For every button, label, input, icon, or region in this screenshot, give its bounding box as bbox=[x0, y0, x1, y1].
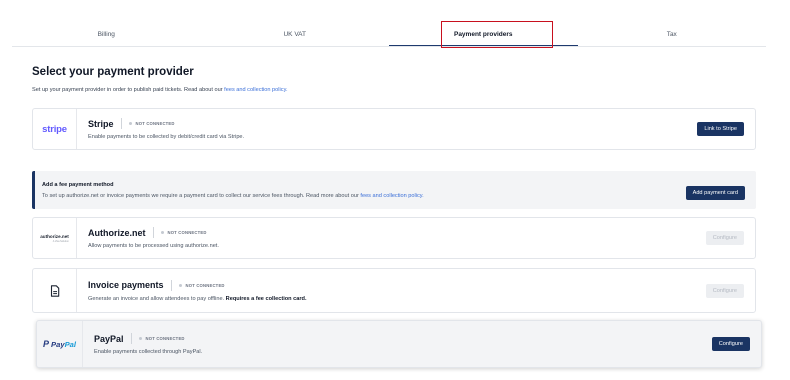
provider-name: Stripe bbox=[88, 118, 114, 129]
configure-invoice-button[interactable]: Configure bbox=[705, 283, 744, 298]
invoice-requirement-text: Requires a fee collection card. bbox=[225, 295, 307, 302]
notice-body: To set up authorize.net or invoice payme… bbox=[42, 192, 361, 199]
tab-uk-vat[interactable]: UK VAT bbox=[201, 25, 390, 46]
status-badge: NOT CONNECTED bbox=[167, 230, 207, 235]
paypal-provider-card: P Pay Pal PayPal NOT CONNECTED Enable paym… bbox=[36, 320, 762, 368]
notice-fees-link[interactable]: fees and collection policy. bbox=[360, 193, 423, 199]
divider bbox=[130, 333, 132, 344]
status-dot-icon bbox=[138, 337, 142, 340]
status-dot-icon bbox=[178, 283, 182, 287]
divider bbox=[120, 118, 122, 129]
provider-name: PayPal bbox=[94, 333, 124, 344]
page-subtitle: Set up your payment provider in order to… bbox=[32, 87, 288, 93]
stripe-provider-card: stripe Stripe NOT CONNECTED Enable payme… bbox=[32, 108, 756, 150]
notice-text: To set up authorize.net or invoice payme… bbox=[42, 193, 686, 199]
fees-policy-link[interactable]: fees and collection policy. bbox=[224, 87, 287, 93]
settings-tabs: Billing UK VAT Payment providers Tax bbox=[12, 25, 766, 47]
divider bbox=[170, 279, 172, 291]
divider bbox=[152, 227, 154, 238]
paypal-logo-pay: Pay bbox=[51, 339, 65, 349]
link-to-stripe-button[interactable]: Link to Stripe bbox=[697, 122, 744, 136]
configure-paypal-button[interactable]: Configure bbox=[711, 337, 750, 351]
paypal-logo-mark: P bbox=[43, 339, 50, 349]
add-payment-card-button[interactable]: Add payment card bbox=[685, 185, 745, 200]
status-dot-icon bbox=[128, 122, 132, 125]
invoice-logo bbox=[33, 269, 77, 312]
tab-billing[interactable]: Billing bbox=[12, 25, 201, 46]
tab-payment-providers[interactable]: Payment providers bbox=[389, 25, 578, 46]
status-badge: NOT CONNECTED bbox=[145, 336, 185, 341]
provider-description: Allow payments to be processed using aut… bbox=[88, 243, 219, 249]
invoice-description-text: Generate an invoice and allow attendees … bbox=[88, 295, 226, 302]
stripe-logo: stripe bbox=[33, 109, 77, 149]
fee-payment-notice: Add a fee payment method To set up autho… bbox=[32, 171, 756, 209]
stripe-logo-text: stripe bbox=[42, 123, 67, 135]
authorize-net-provider-card: authorize.net A Visa Solution Authorize.… bbox=[32, 217, 756, 259]
paypal-logo: P Pay Pal bbox=[37, 321, 83, 367]
invoice-provider-card: Invoice payments NOT CONNECTED Generate … bbox=[32, 268, 756, 313]
subtitle-text: Set up your payment provider in order to… bbox=[32, 87, 225, 93]
configure-authorize-net-button[interactable]: Configure bbox=[705, 231, 744, 245]
provider-name: Invoice payments bbox=[88, 280, 164, 290]
paypal-logo-pal: Pal bbox=[64, 339, 76, 349]
status-badge: NOT CONNECTED bbox=[185, 282, 225, 288]
status-badge: NOT CONNECTED bbox=[135, 121, 175, 126]
provider-description: Generate an invoice and allow attendees … bbox=[88, 296, 685, 302]
provider-name: Authorize.net bbox=[88, 227, 146, 238]
document-icon bbox=[50, 284, 59, 297]
status-dot-icon bbox=[160, 231, 164, 234]
notice-title: Add a fee payment method bbox=[42, 181, 114, 188]
authorize-net-logo: authorize.net A Visa Solution bbox=[33, 218, 77, 258]
authorize-net-logo-text: authorize.net bbox=[40, 233, 69, 239]
authorize-net-logo-subtext: A Visa Solution bbox=[52, 239, 69, 243]
provider-description: Enable payments to be collected by debit… bbox=[88, 134, 245, 140]
page-title: Select your payment provider bbox=[32, 66, 194, 78]
provider-description: Enable payments collected through PayPal… bbox=[94, 349, 203, 355]
tab-tax[interactable]: Tax bbox=[578, 25, 767, 46]
